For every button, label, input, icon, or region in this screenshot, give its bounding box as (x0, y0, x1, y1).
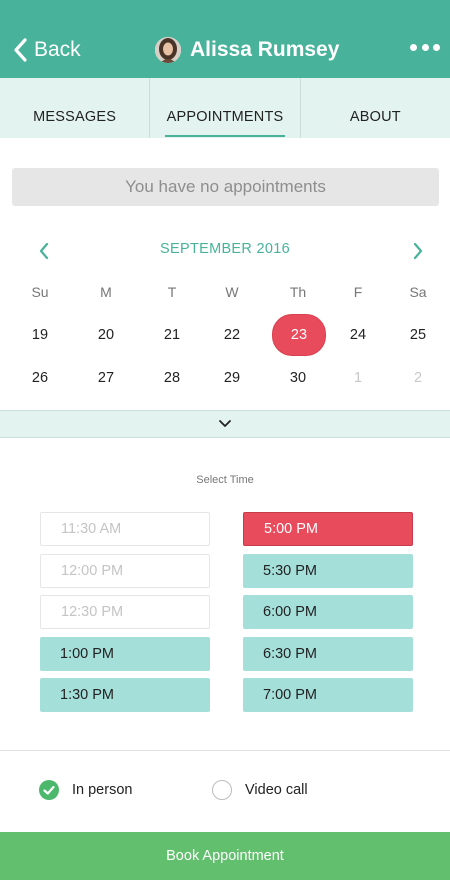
in-person-option[interactable]: In person (39, 779, 132, 801)
chevron-left-icon (14, 38, 27, 62)
time-slot-unavailable: 12:30 PM (40, 595, 210, 629)
back-button[interactable]: Back (12, 34, 81, 66)
tab-bar: MESSAGES APPOINTMENTS ABOUT (0, 78, 450, 138)
more-horizontal-icon (421, 43, 429, 51)
time-slot-label: 12:00 PM (61, 563, 124, 579)
weekday-label: Th (289, 284, 307, 300)
time-slot[interactable]: 5:30 PM (243, 554, 413, 588)
time-slot-label: 5:00 PM (264, 521, 318, 537)
weekday-label: T (167, 284, 177, 300)
time-slot-label: 5:30 PM (263, 563, 317, 579)
radio-unchecked[interactable] (212, 780, 232, 800)
tab-about[interactable]: ABOUT (299, 78, 450, 138)
back-label: Back (34, 38, 81, 61)
time-slot-label: 7:00 PM (263, 687, 317, 703)
calendar-day[interactable]: 21 (142, 314, 202, 356)
calendar-day-next-month[interactable]: 2 (388, 357, 448, 399)
time-slot-label: 11:30 AM (61, 521, 122, 537)
time-slot[interactable]: 7:00 PM (243, 678, 413, 712)
time-slot[interactable]: 1:00 PM (40, 637, 210, 671)
checkmark-icon (43, 785, 55, 795)
time-slot-label: 1:00 PM (60, 646, 114, 662)
radio-checked[interactable] (39, 780, 59, 800)
next-month-button[interactable] (410, 241, 426, 261)
calendar-day[interactable]: 29 (202, 357, 262, 399)
calendar-week: 19 20 21 22 23 24 25 (0, 314, 450, 356)
select-time-label: Select Time (196, 474, 254, 486)
calendar-day[interactable]: 24 (328, 314, 388, 356)
time-slot-label: 12:30 PM (61, 604, 124, 620)
in-person-label: In person (72, 782, 133, 798)
user-info: Alissa Rumsey (155, 34, 339, 66)
more-menu-button[interactable] (410, 38, 440, 56)
app-header: Back Alissa Rumsey (0, 0, 450, 78)
book-appointment-button[interactable]: Book Appointment (0, 832, 450, 880)
calendar-collapse-toggle[interactable] (0, 410, 450, 438)
more-horizontal-icon (410, 43, 417, 51)
weekday-label: F (353, 284, 363, 300)
weekday-label: M (100, 284, 112, 300)
weekday-label: Sa (409, 284, 427, 300)
weekday-header: Su M T W Th F Sa (0, 284, 450, 302)
tab-appointments[interactable]: APPOINTMENTS (149, 78, 299, 138)
calendar-day[interactable]: 22 (202, 314, 262, 356)
calendar-month-label: SEPTEMBER 2016 (160, 241, 290, 257)
tab-label: APPOINTMENTS (166, 109, 284, 125)
time-slot-unavailable: 11:30 AM (40, 512, 210, 546)
tab-messages[interactable]: MESSAGES (0, 78, 149, 138)
time-slot[interactable]: 6:30 PM (243, 637, 413, 671)
no-appointments-banner: You have no appointments (12, 168, 439, 206)
time-slot-label: 6:00 PM (263, 604, 317, 620)
chevron-down-icon (219, 420, 231, 427)
divider (0, 750, 450, 751)
time-slot[interactable]: 6:00 PM (243, 595, 413, 629)
avatar (155, 37, 181, 63)
time-slot[interactable]: 1:30 PM (40, 678, 210, 712)
time-slot-label: 1:30 PM (60, 687, 114, 703)
more-horizontal-icon (433, 43, 440, 51)
time-slot-unavailable: 12:00 PM (40, 554, 210, 588)
user-name: Alissa Rumsey (190, 38, 340, 61)
calendar-day-selected[interactable]: 23 (272, 314, 326, 356)
calendar-day-next-month[interactable]: 1 (328, 357, 388, 399)
weekday-label: W (225, 284, 239, 300)
time-slot-selected[interactable]: 5:00 PM (243, 512, 413, 546)
calendar-day[interactable]: 26 (10, 357, 70, 399)
calendar-day[interactable]: 28 (142, 357, 202, 399)
calendar-day[interactable]: 27 (76, 357, 136, 399)
time-slot-label: 6:30 PM (263, 646, 317, 662)
calendar-day[interactable]: 19 (10, 314, 70, 356)
chevron-right-icon (413, 242, 423, 260)
video-call-option[interactable]: Video call (212, 779, 308, 801)
calendar-week: 26 27 28 29 30 1 2 (0, 357, 450, 399)
video-call-label: Video call (245, 782, 308, 798)
calendar-day[interactable]: 30 (268, 357, 328, 399)
tab-label: ABOUT (349, 109, 401, 125)
calendar-day[interactable]: 25 (388, 314, 448, 356)
tab-label: MESSAGES (33, 109, 117, 125)
weekday-label: Su (31, 284, 49, 300)
calendar-day[interactable]: 20 (76, 314, 136, 356)
